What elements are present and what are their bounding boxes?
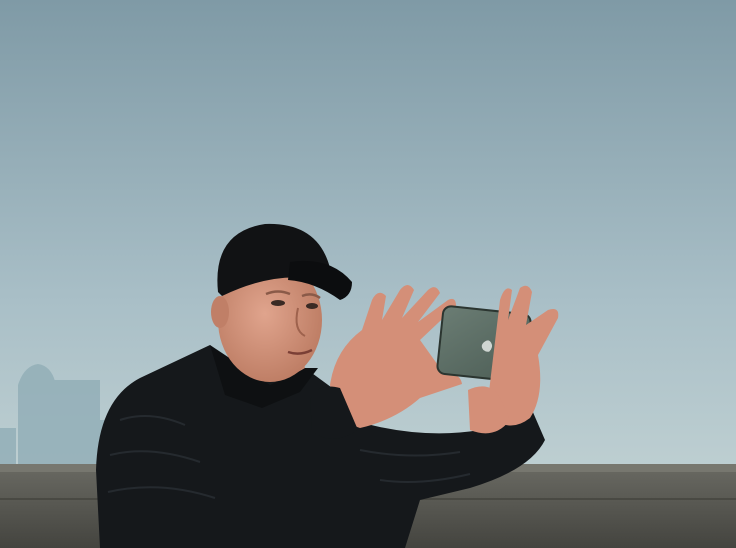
photo-illustration	[0, 0, 736, 548]
photo-scene	[0, 0, 736, 548]
